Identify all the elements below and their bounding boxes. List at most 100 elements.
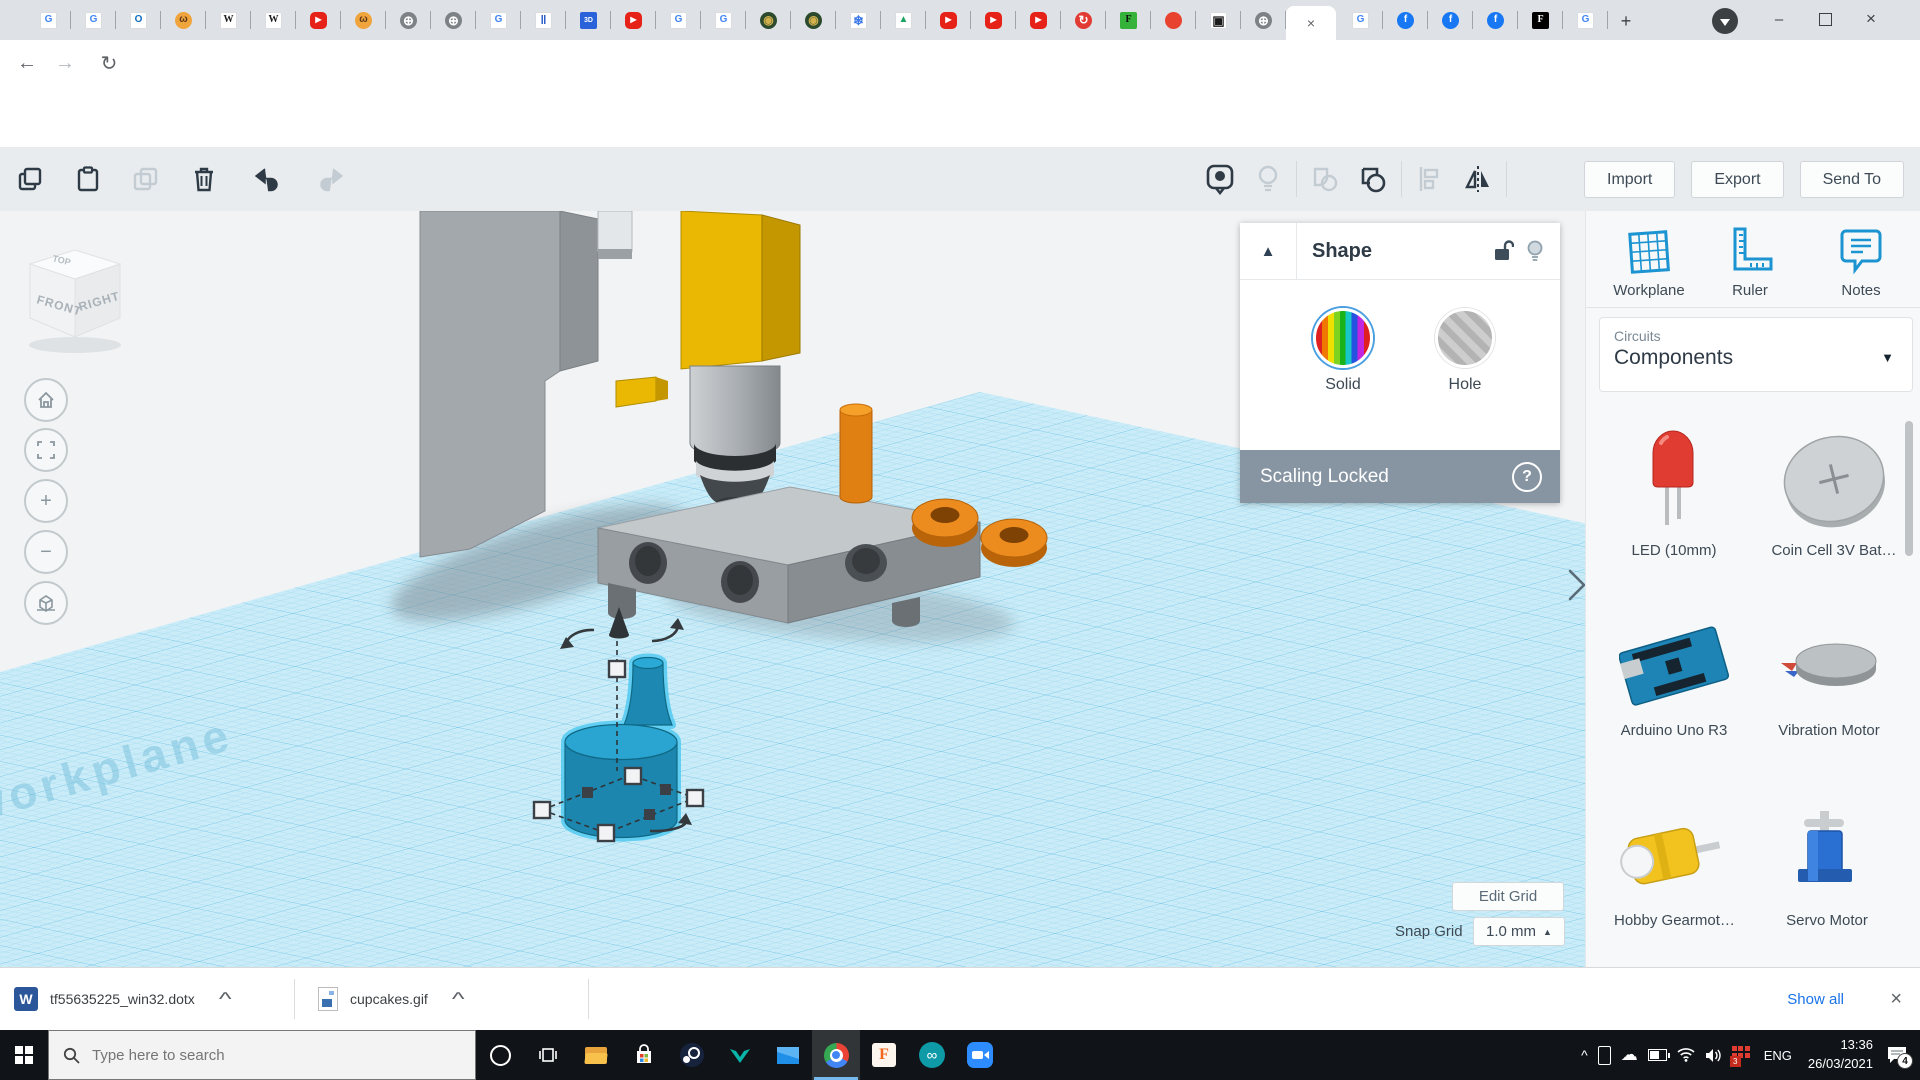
tab-google-translate[interactable]: G [71,0,116,40]
close-downloads-bar-icon[interactable]: × [1890,968,1902,1030]
ruler-tool[interactable]: Ruler [1720,225,1780,299]
task-view-button[interactable] [524,1030,572,1080]
group-button[interactable] [1305,159,1345,199]
snap-grid-select[interactable]: 1.0 mm ▲ [1473,917,1565,946]
ungroup-button[interactable] [1353,159,1393,199]
tab-google[interactable]: G [701,0,746,40]
tab-google-translate[interactable]: G [26,0,71,40]
home-view-button[interactable] [24,378,68,422]
solid-option[interactable]: Solid [1313,308,1373,394]
tab-frame-app[interactable]: ▣ [1196,0,1241,40]
fusion360-button[interactable]: F [860,1030,908,1080]
tab-youtube[interactable]: ▶ [926,0,971,40]
components-scrollbar[interactable] [1905,421,1913,556]
tray-chevron-icon[interactable]: ^ [1576,1030,1593,1080]
tab-google[interactable]: G [656,0,701,40]
zoom-in-button[interactable]: + [24,479,68,523]
tab-wikipedia[interactable]: W [251,0,296,40]
component-led[interactable]: LED (10mm) [1624,427,1724,559]
fit-view-button[interactable] [24,428,68,472]
maximize-button[interactable] [1802,0,1848,38]
tab-google[interactable]: G [1563,0,1608,40]
component-coin-cell[interactable]: Coin Cell 3V Bat… [1764,427,1904,559]
duplicate-button[interactable] [126,159,166,199]
export-button[interactable]: Export [1691,161,1783,198]
tab-google-drive[interactable]: ▲ [881,0,926,40]
tray-app-badge-icon[interactable]: 3 [1727,1030,1756,1080]
unlock-icon[interactable] [1492,239,1514,263]
onedrive-cloud-icon[interactable]: ☁ [1616,1030,1643,1080]
start-button[interactable] [0,1030,48,1080]
search-input[interactable] [90,1046,424,1065]
redo-button[interactable] [310,159,350,199]
tab-tomato[interactable] [1151,0,1196,40]
tab-f-green[interactable]: F [1106,0,1151,40]
bulb-visibility-icon[interactable] [1526,239,1544,263]
back-button[interactable]: ← [10,46,44,80]
tab-forbes[interactable]: F [1518,0,1563,40]
download-item[interactable]: W tf55635225_win32.dotx ^ [14,968,229,1030]
workplane-tool[interactable]: Workplane [1604,225,1694,299]
show-all-downloads-button[interactable]: Show all [1787,968,1844,1030]
tab-youtube[interactable]: ▶ [611,0,656,40]
download-item[interactable]: cupcakes.gif ^ [318,968,462,1030]
active-tab[interactable]: × [1286,6,1336,40]
hole-swatch-icon[interactable] [1435,308,1495,368]
tab-3d-viewer[interactable]: 3D [566,0,611,40]
tab-google[interactable]: G [476,0,521,40]
tab-monkey-emoji[interactable]: ω [341,0,386,40]
tab-youtube[interactable]: ▶ [1016,0,1061,40]
tab-audio-app[interactable]: ‖ [521,0,566,40]
tab-outlook[interactable]: O [116,0,161,40]
action-center-button[interactable]: 4 [1881,1030,1920,1080]
collapse-panel-button[interactable]: ▲ [1240,243,1296,260]
ms-store-button[interactable] [620,1030,668,1080]
tab-monkey-emoji[interactable]: ω [161,0,206,40]
component-vibration-motor[interactable]: Vibration Motor [1764,617,1894,739]
downloads-indicator-icon[interactable] [1712,8,1738,34]
component-hobby-gearmotor[interactable]: Hobby Gearmot… [1614,807,1734,929]
tab-emblem-seal[interactable]: ◉ [746,0,791,40]
category-dropdown[interactable]: Circuits Components ▼ [1599,317,1913,392]
wifi-icon[interactable] [1672,1030,1700,1080]
forward-button[interactable]: → [48,46,82,80]
tab-google[interactable]: G [1338,0,1383,40]
solid-swatch-icon[interactable] [1313,308,1373,368]
your-phone-icon[interactable] [1593,1030,1616,1080]
steam-button[interactable] [668,1030,716,1080]
notes-tool[interactable]: Notes [1826,225,1896,299]
download-menu-chevron-icon[interactable]: ^ [452,989,465,1010]
undo-button[interactable] [248,159,288,199]
taskbar-clock[interactable]: 13:36 26/03/2021 [1800,1036,1881,1074]
zoom-button[interactable] [956,1030,1004,1080]
orange-torus[interactable] [981,519,1047,567]
tab-facebook[interactable]: f [1473,0,1518,40]
orange-torus[interactable] [912,499,978,547]
import-button[interactable]: Import [1584,161,1675,198]
refresh-button[interactable]: ↻ [92,46,126,80]
paste-button[interactable] [68,159,108,199]
mirror-button[interactable] [1458,159,1498,199]
view-cube[interactable]: TOP FRONT RIGHT [29,250,122,353]
new-tab-button[interactable]: + [1612,8,1640,34]
file-explorer-button[interactable] [572,1030,620,1080]
tab-snowflake[interactable]: ❄ [836,0,881,40]
tab-facebook[interactable]: f [1428,0,1473,40]
orange-cylinder[interactable] [840,404,872,503]
copy-button[interactable] [10,159,50,199]
component-arduino[interactable]: Arduino Uno R3 [1614,617,1734,739]
component-servo-motor[interactable]: Servo Motor [1772,807,1882,929]
align-button[interactable] [1410,159,1450,199]
close-button[interactable]: × [1848,0,1894,38]
taskbar-search[interactable] [48,1030,476,1080]
arduino-button[interactable]: ∞ [908,1030,956,1080]
predator-button[interactable] [716,1030,764,1080]
delete-button[interactable] [184,159,224,199]
tab-emblem-seal[interactable]: ◉ [791,0,836,40]
edit-grid-button[interactable]: Edit Grid [1452,882,1564,911]
tab-globe[interactable]: ⊕ [386,0,431,40]
tab-globe[interactable]: ⊕ [431,0,476,40]
minimize-button[interactable]: – [1756,0,1802,38]
show-all-button[interactable] [1200,159,1240,199]
zoom-out-button[interactable]: − [24,530,68,574]
